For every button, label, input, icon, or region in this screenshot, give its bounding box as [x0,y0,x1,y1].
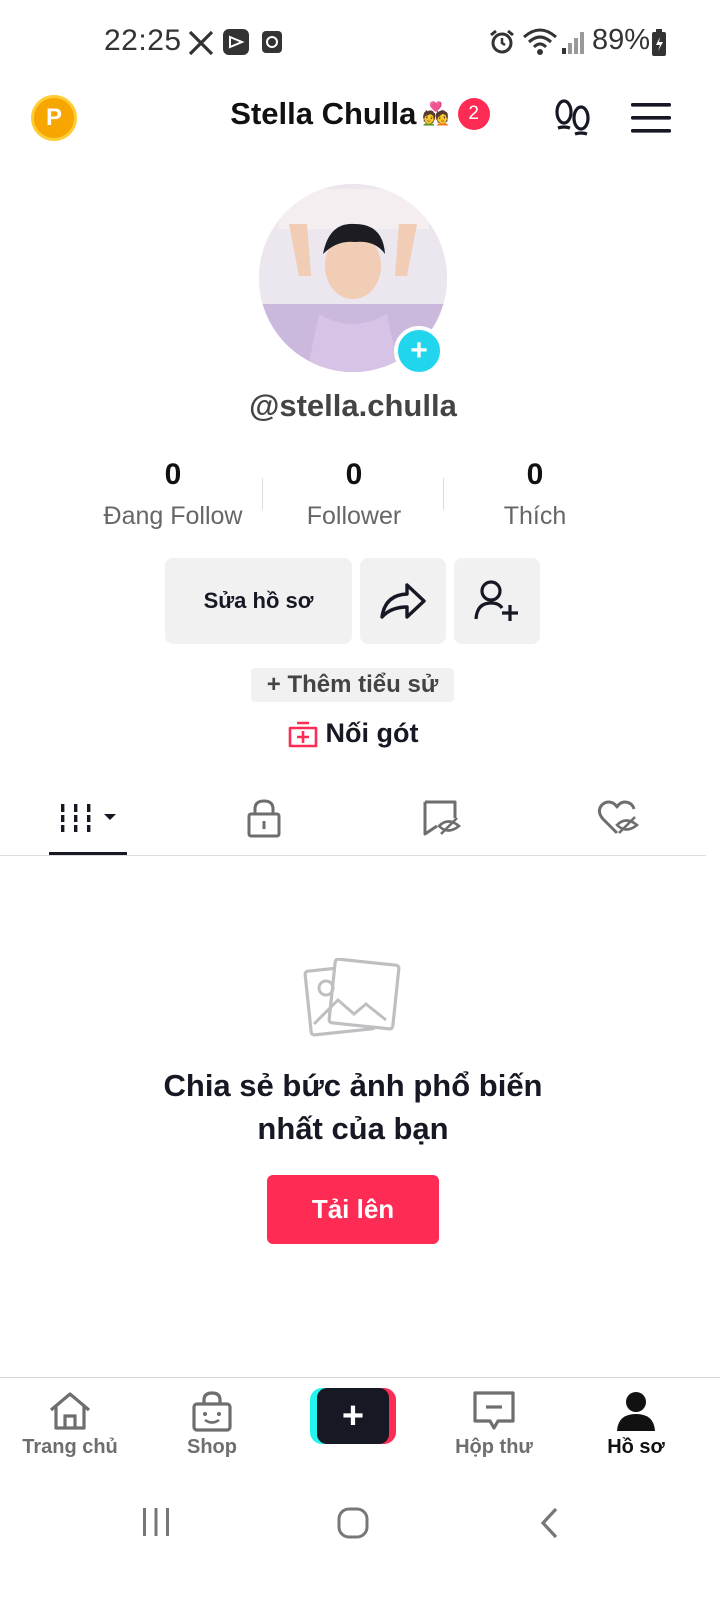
account-switcher[interactable]: Stella Chulla 💑 2 [160,96,560,132]
lock-icon [247,799,281,838]
nav-shop-label: Shop [187,1436,237,1458]
status-bar: 22:25 89% [0,0,720,86]
empty-state-line2: nhất của bạn [257,1111,449,1146]
tab-private[interactable] [176,780,352,856]
heart-hidden-icon [597,800,639,835]
bookmark-hidden-icon [423,800,461,836]
stat-followers[interactable]: 0 Follower [264,458,444,531]
edit-profile-button[interactable]: Sửa hồ sơ [165,558,352,644]
content-tabs [0,780,706,856]
home-icon [49,1392,91,1430]
upload-button[interactable]: Tải lên [267,1175,439,1244]
clock-notification-icon [262,31,282,53]
home-circle-icon[interactable] [336,1506,370,1540]
tab-videos[interactable] [0,780,176,856]
active-tab-indicator [49,852,127,855]
title-emoji: 💑 [422,101,450,126]
nav-profile[interactable]: Hồ sơ [566,1390,706,1459]
empty-state-line1: Chia sẻ bức ảnh phổ biến [163,1068,543,1103]
stat-likes-label: Thích [503,502,567,530]
username: @stella.chulla [249,388,457,423]
stat-following[interactable]: 0 Đang Follow [83,458,263,531]
plus-box-icon [288,721,317,747]
share-icon [380,583,426,619]
nav-home-label: Trang chủ [22,1436,118,1458]
back-icon[interactable] [538,1506,562,1540]
profile-icon [617,1392,655,1431]
create-button[interactable]: + [310,1388,396,1444]
stat-likes[interactable]: 0 Thích [445,458,625,531]
footprints-icon[interactable] [552,98,594,140]
nav-profile-label: Hồ sơ [607,1436,665,1458]
add-bio-button[interactable]: + Thêm tiểu sử [251,668,454,702]
shopping-bag-icon [192,1391,232,1432]
nav-inbox[interactable]: Hộp thư [424,1390,564,1459]
nav-inbox-label: Hộp thư [455,1436,533,1458]
add-avatar-button[interactable]: + [394,326,444,376]
nav-shop[interactable]: Shop [142,1390,282,1459]
share-profile-button[interactable] [360,558,446,644]
inbox-icon [473,1391,515,1430]
coin-button[interactable]: P [31,95,77,141]
plus-icon: + [317,1388,389,1444]
stat-followers-label: Follower [306,502,402,530]
stat-followers-value: 0 [345,458,363,491]
system-navigation-bar [0,1478,720,1600]
photo-placeholder-icon [303,958,401,1037]
signal-icon [562,32,584,54]
tab-liked[interactable] [530,780,706,856]
stat-following-value: 0 [164,458,182,491]
tab-reposts[interactable] [353,780,529,856]
empty-state-title: Chia sẻ bức ảnh phổ biến nhất của bạn [0,1064,706,1150]
stat-divider [443,478,444,510]
nav-home[interactable]: Trang chủ [0,1390,140,1459]
stat-likes-value: 0 [526,458,544,491]
page-title: Stella Chulla [230,96,417,131]
stat-following-label: Đang Follow [103,502,243,530]
link-row[interactable]: Nối gót [0,718,706,749]
add-friend-button[interactable] [454,558,540,644]
play-store-notification-icon [223,29,249,55]
battery-icon [652,29,666,56]
notification-badge: 2 [457,98,490,130]
stat-divider [262,478,263,510]
battery-percentage: 89% [592,24,651,56]
status-time: 22:25 [104,24,182,57]
link-label: Nối gót [325,718,419,748]
coin-letter: P [45,104,62,131]
x-app-icon [188,30,214,56]
alarm-icon [490,29,514,54]
recent-apps-icon[interactable] [140,1506,172,1538]
wifi-icon [523,28,557,55]
add-friend-icon [474,580,518,621]
hamburger-menu-icon[interactable] [631,101,671,135]
grid-icon [57,804,116,832]
